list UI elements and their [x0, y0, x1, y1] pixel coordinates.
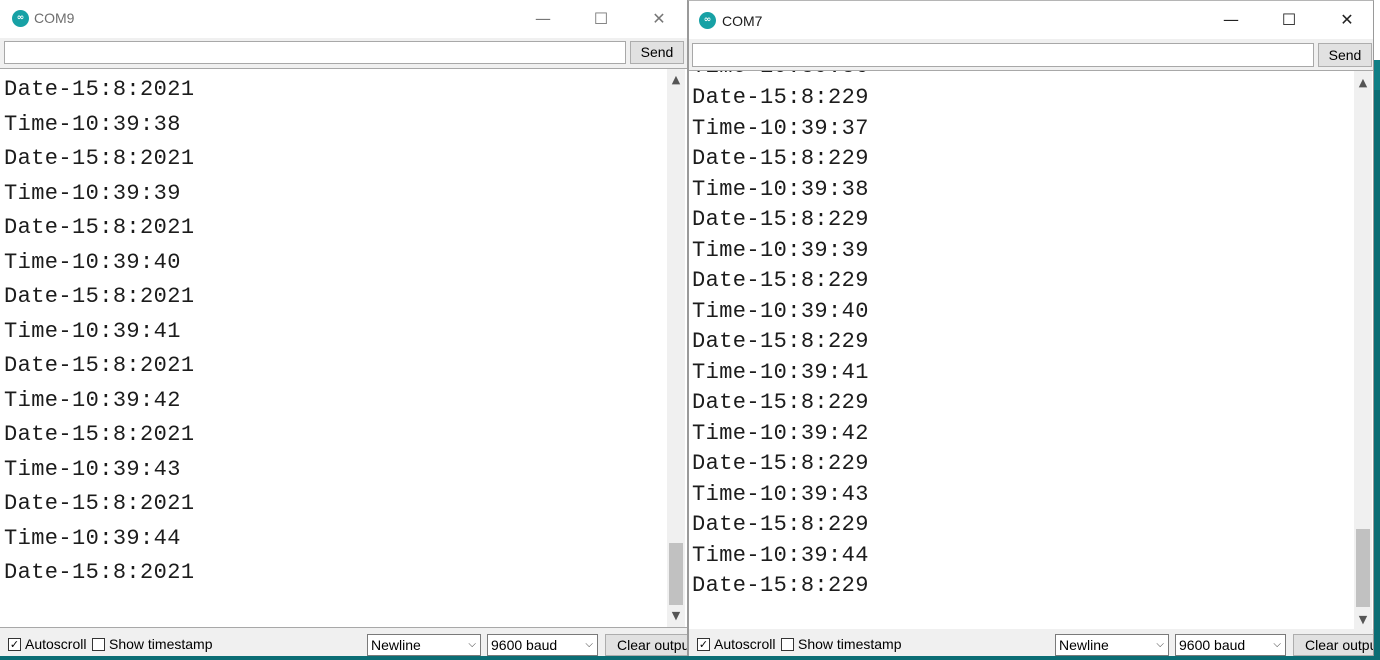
output-line: Time-10:39:42 [4, 388, 181, 413]
show-timestamp-label: Show timestamp [798, 636, 902, 652]
output-line: Time-10:39:40 [692, 299, 869, 324]
output-line: Time-10:39:44 [692, 543, 869, 568]
output-line: Time-10:39:38 [4, 112, 181, 137]
output-line: Time-10:39:44 [4, 526, 181, 551]
serial-monitor-window-com9: ∞ COM9 — ☐ ✕ Send Date-15:8:2021 Time-10… [0, 0, 688, 660]
window-title: COM7 [722, 13, 763, 29]
baud-rate-value: 9600 baud [491, 637, 558, 653]
output-line: Date-15:8:229 [692, 329, 869, 354]
output-line: Date-15:8:229 [692, 512, 869, 537]
background-edge [1374, 0, 1380, 660]
scroll-up-icon[interactable]: ▲ [1354, 74, 1372, 92]
output-line: Date-15:8:2021 [4, 353, 195, 378]
output-line: Date-15:8:2021 [4, 560, 195, 585]
output-line-partial: Time-10:39:36 [692, 71, 869, 79]
maximize-icon[interactable]: ☐ [572, 0, 630, 38]
serial-input[interactable] [692, 43, 1314, 67]
clear-output-button[interactable]: Clear output [1293, 634, 1373, 656]
close-icon[interactable]: ✕ [630, 0, 687, 38]
scroll-down-icon[interactable]: ▼ [667, 607, 685, 625]
output-line: Time-10:39:39 [4, 181, 181, 206]
background-edge [0, 656, 1380, 660]
line-ending-value: Newline [371, 637, 421, 653]
serial-output: Date-15:8:2021 Time-10:39:38 Date-15:8:2… [0, 68, 687, 628]
output-line: Date-15:8:229 [692, 146, 869, 171]
autoscroll-label: Autoscroll [25, 636, 87, 652]
output-line: Date-15:8:229 [692, 390, 869, 415]
checkbox-box[interactable] [92, 637, 105, 651]
send-button[interactable]: Send [630, 41, 684, 64]
send-row: Send [689, 40, 1373, 70]
show-timestamp-label: Show timestamp [109, 636, 213, 652]
scrollbar-thumb[interactable] [669, 543, 683, 605]
output-line: Date-15:8:2021 [4, 146, 195, 171]
output-line: Date-15:8:2021 [4, 284, 195, 309]
output-line: Time-10:39:42 [692, 421, 869, 446]
output-line: Date-15:8:229 [692, 573, 869, 598]
arduino-logo-icon: ∞ [699, 12, 716, 29]
status-row: ✓ Autoscroll Show timestamp Newline ⌵ 96… [689, 629, 1373, 659]
output-line: Date-15:8:2021 [4, 491, 195, 516]
send-row: Send [0, 38, 687, 68]
minimize-icon[interactable]: — [1202, 1, 1260, 39]
vertical-scrollbar[interactable]: ▲ ▼ [667, 69, 685, 627]
output-line: Time-10:39:43 [4, 457, 181, 482]
output-line: Date-15:8:2021 [4, 215, 195, 240]
close-icon[interactable]: ✕ [1318, 1, 1373, 39]
vertical-scrollbar[interactable]: ▲ ▼ [1354, 71, 1372, 631]
baud-rate-value: 9600 baud [1179, 637, 1246, 653]
output-line: Date-15:8:229 [692, 268, 869, 293]
serial-input[interactable] [4, 41, 626, 64]
show-timestamp-checkbox[interactable]: Show timestamp [781, 636, 901, 652]
chevron-down-icon: ⌵ [1156, 639, 1164, 650]
serial-monitor-window-com7: ∞ COM7 — ☐ ✕ Send Time-10:39:36 Date-15:… [688, 0, 1374, 660]
output-line: Date-15:8:229 [692, 207, 869, 232]
scroll-down-icon[interactable]: ▼ [1354, 611, 1372, 629]
chevron-down-icon: ⌵ [1273, 639, 1281, 650]
serial-output: Time-10:39:36 Date-15:8:229 Time-10:39:3… [689, 70, 1373, 632]
output-line: Time-10:39:37 [692, 116, 869, 141]
line-ending-value: Newline [1059, 637, 1109, 653]
title-bar[interactable]: ∞ COM9 — ☐ ✕ [0, 0, 687, 38]
autoscroll-checkbox[interactable]: ✓ Autoscroll [8, 636, 86, 652]
arduino-logo-icon: ∞ [12, 10, 29, 27]
baud-rate-select[interactable]: 9600 baud ⌵ [1175, 634, 1286, 656]
output-line: Date-15:8:229 [692, 451, 869, 476]
scroll-up-icon[interactable]: ▲ [667, 71, 685, 89]
autoscroll-checkbox[interactable]: ✓ Autoscroll [697, 636, 775, 652]
output-line: Time-10:39:39 [692, 238, 869, 263]
output-line: Time-10:39:41 [692, 360, 869, 385]
chevron-down-icon: ⌵ [585, 639, 593, 650]
checkbox-box[interactable] [781, 637, 794, 651]
output-line: Time-10:39:40 [4, 250, 181, 275]
autoscroll-label: Autoscroll [714, 636, 776, 652]
output-line: Date-15:8:2021 [4, 77, 195, 102]
chevron-down-icon: ⌵ [468, 639, 476, 650]
window-title: COM9 [34, 10, 75, 26]
output-line: Date-15:8:229 [692, 85, 869, 110]
baud-rate-select[interactable]: 9600 baud ⌵ [487, 634, 598, 656]
output-line: Time-10:39:38 [692, 177, 869, 202]
line-ending-select[interactable]: Newline ⌵ [1055, 634, 1169, 656]
clear-output-button[interactable]: Clear output [605, 634, 687, 656]
checkmark-icon[interactable]: ✓ [697, 637, 710, 651]
output-line: Time-10:39:41 [4, 319, 181, 344]
background-accent [1374, 90, 1380, 660]
output-line: Date-15:8:2021 [4, 422, 195, 447]
line-ending-select[interactable]: Newline ⌵ [367, 634, 481, 656]
send-button[interactable]: Send [1318, 43, 1372, 67]
minimize-icon[interactable]: — [514, 0, 572, 38]
scrollbar-thumb[interactable] [1356, 529, 1370, 607]
title-bar[interactable]: ∞ COM7 — ☐ ✕ [689, 1, 1373, 39]
maximize-icon[interactable]: ☐ [1260, 1, 1318, 39]
show-timestamp-checkbox[interactable]: Show timestamp [92, 636, 212, 652]
output-line: Time-10:39:43 [692, 482, 869, 507]
checkmark-icon[interactable]: ✓ [8, 637, 21, 651]
